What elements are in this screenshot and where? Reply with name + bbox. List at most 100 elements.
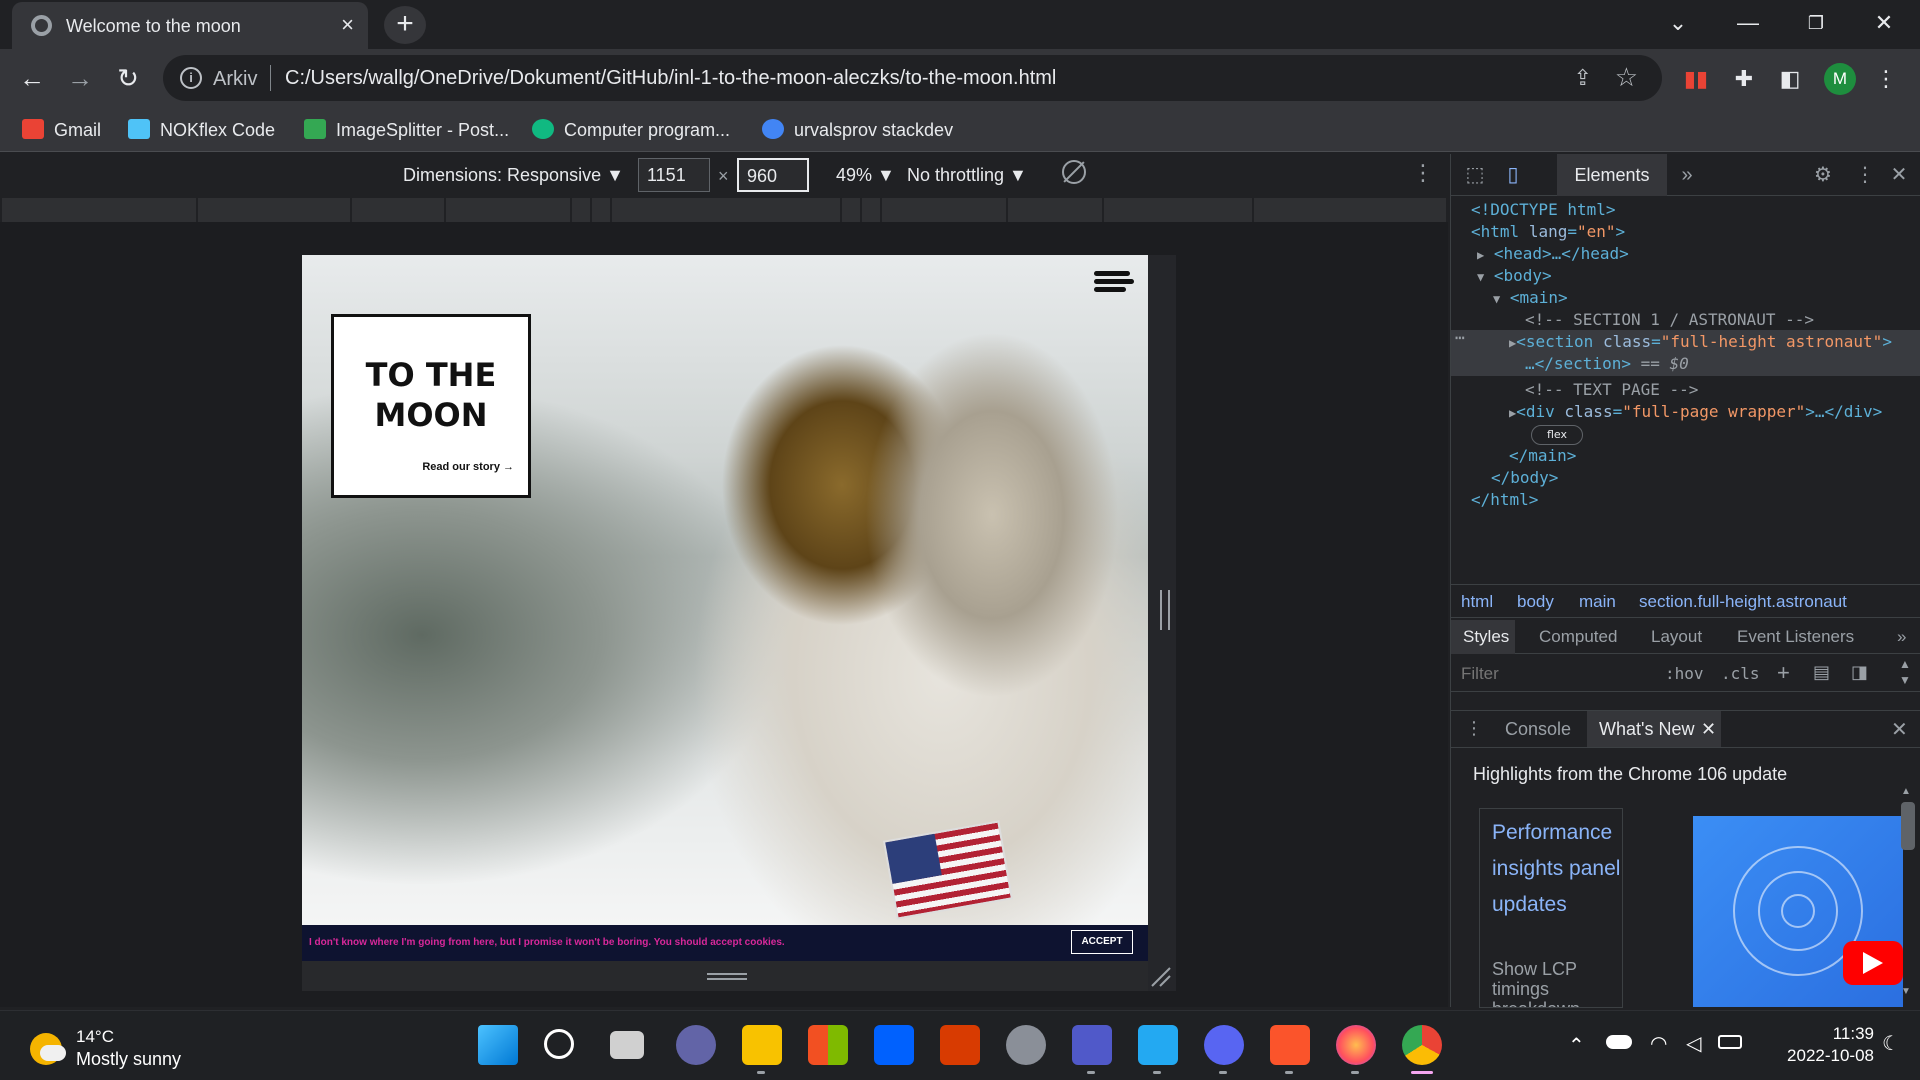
viewport-side-resize-handle[interactable] bbox=[1160, 590, 1170, 630]
tab-styles[interactable]: Styles bbox=[1451, 620, 1515, 654]
viewport-height-input[interactable]: 960 bbox=[737, 158, 809, 192]
youtube-play-icon[interactable] bbox=[1843, 941, 1903, 985]
close-devtools-icon[interactable]: ✕ bbox=[1887, 163, 1911, 187]
collapse-triangle-icon[interactable]: ▼ bbox=[1493, 292, 1500, 306]
new-rule-plus-icon[interactable]: + bbox=[1777, 660, 1790, 686]
settings-icon[interactable] bbox=[1006, 1025, 1046, 1065]
reload-button[interactable]: ↻ bbox=[108, 59, 148, 99]
whats-new-card[interactable]: Performance insights panel updates Show … bbox=[1479, 808, 1623, 1008]
device-toggle-icon[interactable]: ▯ bbox=[1501, 163, 1525, 187]
tab-console[interactable]: Console bbox=[1505, 719, 1571, 740]
minimize-button[interactable]: — bbox=[1724, 8, 1772, 38]
inspect-element-icon[interactable]: ⬚ bbox=[1463, 163, 1487, 187]
whats-new-video-thumbnail[interactable] bbox=[1693, 816, 1903, 1007]
more-tabs-icon[interactable]: » bbox=[1675, 163, 1699, 187]
site-info-icon[interactable]: i bbox=[180, 67, 202, 89]
close-drawer-icon[interactable]: ✕ bbox=[1891, 717, 1908, 742]
dom-doctype[interactable]: <!DOCTYPE html> bbox=[1451, 198, 1920, 222]
tab-elements[interactable]: Elements bbox=[1557, 154, 1667, 196]
wifi-icon[interactable]: ◠ bbox=[1650, 1031, 1667, 1056]
viewport-bottom-resizer[interactable] bbox=[302, 961, 1148, 991]
share-icon[interactable]: ⇪ bbox=[1574, 65, 1592, 91]
discord-icon[interactable] bbox=[1204, 1025, 1244, 1065]
close-whats-new-icon[interactable]: ✕ bbox=[1701, 719, 1716, 740]
dimensions-dropdown[interactable]: Dimensions: Responsive ▼ bbox=[403, 165, 624, 186]
dom-div-wrapper[interactable]: ▶<div class="full-page wrapper">…</div> bbox=[1451, 400, 1920, 424]
read-our-story-link[interactable]: Read our story → bbox=[422, 461, 514, 473]
onedrive-cloud-icon[interactable] bbox=[1606, 1035, 1632, 1049]
dom-html-close[interactable]: </html> bbox=[1451, 488, 1920, 512]
dom-body-open[interactable]: ▼ <body> bbox=[1451, 264, 1920, 288]
hov-toggle[interactable]: :hov bbox=[1665, 664, 1704, 683]
breadcrumb-body[interactable]: body bbox=[1517, 592, 1554, 612]
tab-layout[interactable]: Layout bbox=[1651, 627, 1702, 647]
zoom-dropdown[interactable]: 49% ▼ bbox=[836, 165, 895, 186]
start-windows-icon[interactable] bbox=[478, 1025, 518, 1065]
devtools-kebab-icon[interactable]: ⋮ bbox=[1853, 163, 1877, 187]
forward-button[interactable]: → bbox=[60, 59, 100, 99]
row-ellipsis-icon[interactable]: ⋯ bbox=[1455, 326, 1465, 350]
chat-icon[interactable] bbox=[676, 1025, 716, 1065]
dom-body-close[interactable]: </body> bbox=[1451, 466, 1920, 490]
whats-new-card-title[interactable]: Performance insights panel updates bbox=[1492, 815, 1622, 923]
extension-red-icon[interactable]: ▮▮ bbox=[1680, 63, 1712, 95]
cls-toggle[interactable]: .cls bbox=[1721, 664, 1760, 683]
drawer-kebab-icon[interactable]: ⋮ bbox=[1465, 718, 1483, 739]
bookmark-star-icon[interactable]: ☆ bbox=[1615, 62, 1638, 93]
hamburger-menu-icon[interactable] bbox=[1094, 271, 1134, 293]
throttling-dropdown[interactable]: No throttling ▼ bbox=[907, 165, 1027, 186]
close-window-button[interactable]: ✕ bbox=[1860, 8, 1908, 38]
profile-avatar[interactable]: M bbox=[1824, 63, 1856, 95]
breadcrumb-section[interactable]: section.full-height.astronaut bbox=[1639, 592, 1847, 612]
vscode-icon[interactable] bbox=[1138, 1025, 1178, 1065]
toggle-sidebar-icon[interactable]: ◨ bbox=[1851, 662, 1868, 683]
dom-html-open[interactable]: <html lang="en"> bbox=[1451, 220, 1920, 244]
tab-event-listeners[interactable]: Event Listeners bbox=[1737, 627, 1854, 647]
address-bar[interactable]: i Arkiv C:/Users/wallg/OneDrive/Dokument… bbox=[163, 55, 1662, 101]
tab-whats-new[interactable]: What's New ✕ bbox=[1587, 711, 1721, 747]
firefox-icon[interactable] bbox=[1336, 1025, 1376, 1065]
task-view-icon[interactable] bbox=[610, 1031, 644, 1059]
viewport-width-input[interactable]: 1151 bbox=[638, 158, 710, 192]
restore-button[interactable]: ❐ bbox=[1792, 8, 1840, 38]
chrome-icon[interactable] bbox=[1402, 1025, 1442, 1065]
store-icon[interactable] bbox=[808, 1025, 848, 1065]
new-tab-button[interactable]: + bbox=[384, 6, 426, 44]
battery-icon[interactable] bbox=[1718, 1035, 1742, 1049]
whats-new-scrollbar[interactable]: ▲ ▼ bbox=[1897, 786, 1919, 1007]
menu-kebab-icon[interactable]: ⋮ bbox=[1870, 63, 1902, 95]
tab-close-icon[interactable]: × bbox=[341, 12, 354, 38]
bookmark-nokflex[interactable]: NOKflex Code bbox=[128, 116, 275, 144]
brave-icon[interactable] bbox=[1270, 1025, 1310, 1065]
styles-filter-input[interactable] bbox=[1455, 660, 1655, 688]
tab-computed[interactable]: Computed bbox=[1539, 627, 1617, 647]
accept-cookies-button[interactable]: ACCEPT bbox=[1071, 930, 1133, 954]
back-button[interactable]: ← bbox=[12, 59, 52, 99]
paint-brush-icon[interactable]: ▤ bbox=[1813, 662, 1830, 683]
search-icon[interactable] bbox=[544, 1029, 574, 1059]
device-more-icon[interactable]: ⋮ bbox=[1412, 160, 1434, 186]
url-text[interactable]: C:/Users/wallg/OneDrive/Dokument/GitHub/… bbox=[285, 67, 1056, 90]
dom-comment-textpage[interactable]: <!-- TEXT PAGE --> bbox=[1451, 378, 1920, 402]
dom-comment-astronaut[interactable]: <!-- SECTION 1 / ASTRONAUT --> bbox=[1451, 308, 1920, 332]
corner-resize-icon[interactable] bbox=[1150, 966, 1172, 988]
weather-widget[interactable]: 14°C Mostly sunny bbox=[30, 1025, 260, 1071]
dom-section-selected[interactable]: ⋯ ▶<section class="full-height astronaut… bbox=[1451, 328, 1920, 376]
expand-triangle-icon[interactable]: ▶ bbox=[1477, 248, 1484, 262]
emulated-page[interactable]: TO THE MOON Read our story → bbox=[302, 255, 1148, 925]
rotate-icon[interactable] bbox=[1062, 160, 1086, 184]
bookmark-urvalsprov[interactable]: urvalsprov stackdev bbox=[762, 116, 953, 144]
office-icon[interactable] bbox=[940, 1025, 980, 1065]
resize-handle-icon[interactable] bbox=[707, 973, 747, 975]
flex-badge[interactable]: flex bbox=[1531, 425, 1583, 445]
dom-main-open[interactable]: ▼ <main> bbox=[1451, 286, 1920, 310]
focus-moon-icon[interactable]: ☾ bbox=[1882, 1031, 1900, 1056]
side-panel-icon[interactable]: ◧ bbox=[1774, 63, 1806, 95]
more-style-tabs-icon[interactable]: » bbox=[1897, 627, 1906, 647]
chevron-up-icon[interactable]: ⌃ bbox=[1568, 1033, 1585, 1058]
bookmark-computer-program[interactable]: Computer program... bbox=[532, 116, 730, 144]
media-query-bar[interactable] bbox=[2, 198, 1448, 222]
scroll-arrows-icon[interactable]: ▲ ▼ bbox=[1899, 656, 1911, 688]
breadcrumb-html[interactable]: html bbox=[1461, 592, 1493, 612]
settings-gear-icon[interactable]: ⚙ bbox=[1811, 163, 1835, 187]
